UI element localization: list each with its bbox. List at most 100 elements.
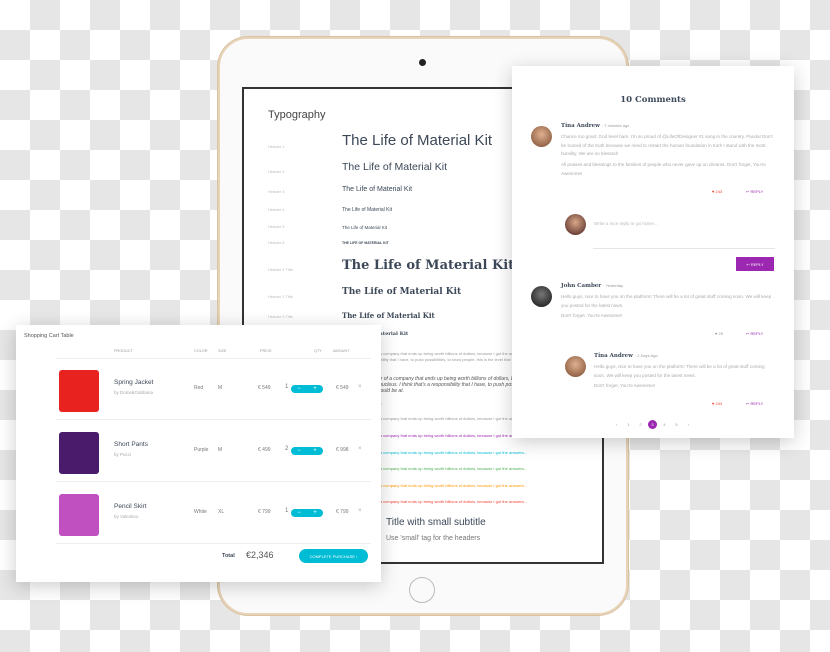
label: Header 2 Title [268,294,293,299]
divider [56,358,371,359]
heading-1: The Life of Material Kit [342,132,493,149]
heading-5: The Life of Material Kit [342,225,388,230]
heading-2: The Life of Material Kit [342,161,448,173]
header-price: PRICE [260,349,272,353]
header-size: SIZE [218,349,227,353]
cart-title: Shopping Cart Table [24,333,74,339]
label: Header 1 [268,144,285,149]
label: Header 4 [268,207,285,212]
typography-title: Typography [268,109,326,121]
product-color: White [194,509,207,515]
increase-button[interactable]: + [313,510,317,516]
product-size: M [218,447,223,453]
camera-icon [419,59,426,66]
page-3[interactable]: 3 [648,420,657,429]
product-brand: by Valentino [114,514,139,519]
product-price: € 499 [258,447,271,453]
complete-purchase-button[interactable]: COMPLETE PURCHASE › [299,549,368,563]
quantity-stepper[interactable]: − + [291,385,323,393]
divider [56,543,371,544]
label: Header 1 Title [268,267,293,272]
product-size: M [218,385,223,391]
page-0[interactable]: ‹ [612,420,621,429]
reply-link[interactable]: ↩ REPLY [746,401,763,406]
reply-input[interactable]: Write a nice reply or go home... [594,220,809,229]
remove-icon[interactable]: × [358,446,362,452]
like-button[interactable]: ♥ 243 [712,401,722,406]
page-6[interactable]: › [684,420,693,429]
like-button[interactable]: ♥ 25 [715,331,723,336]
product-name[interactable]: Spring Jacket [114,379,153,386]
header-qty: QTY [314,349,322,353]
avatar[interactable] [565,356,586,377]
product-name[interactable]: Short Pants [114,441,148,448]
page-2[interactable]: 2 [636,420,645,429]
comment-author: Tina Andrew · 2 Days Ago [594,353,658,359]
product-qty: 1 [285,508,289,514]
comment-text: Don't forget, You're Awesome! [594,383,656,388]
header-amount: AMOUNT [333,349,350,353]
comment-text: Hello guys, nice to have you on the plat… [594,364,765,378]
header-color: COLOR [194,349,208,353]
quantity-stepper[interactable]: − + [291,447,323,455]
label: Header 3 Title [268,314,293,319]
decrease-button[interactable]: − [297,510,301,516]
label: Header 2 [268,169,285,174]
title-3: The Life of Material Kit [342,311,435,320]
title-1: The Life of Material Kit [342,258,515,273]
product-amount: € 998 [336,447,349,453]
comment-text: Chance too good. God level bars. I'm so … [561,134,773,156]
avatar[interactable] [531,126,552,147]
comment-text: Hello guys, nice to have you on the plat… [561,294,772,308]
subtitle-heading: Title with small subtitle [386,517,486,528]
product-price: € 799 [258,509,271,515]
decrease-button[interactable]: − [297,386,301,392]
reply-link[interactable]: ↩ REPLY [746,189,763,194]
product-size: XL [218,509,225,515]
comment-author: John Camber · Yesterday [561,283,624,289]
header-product: PRODUCT [114,349,133,353]
total-value: €2,346 [246,550,274,560]
product-name[interactable]: Pencil Skirt [114,503,147,510]
increase-button[interactable]: + [313,386,317,392]
product-image [59,432,99,474]
product-amount: € 799 [336,509,349,515]
heading-4: The Life of Material Kit [342,207,393,213]
total-label: Total [222,553,235,559]
heading-3: The Life of Material Kit [342,186,413,193]
product-qty: 2 [285,446,289,452]
like-button[interactable]: ♥ 243 [712,189,722,194]
heading-6: THE LIFE OF MATERIAL KIT [342,241,389,245]
reply-link[interactable]: ↩ REPLY [746,331,763,336]
page-5[interactable]: 5 [672,420,681,429]
product-color: Red [194,385,204,391]
page-4[interactable]: 4 [660,420,669,429]
remove-icon[interactable]: × [358,384,362,390]
quantity-stepper[interactable]: − + [291,509,323,517]
avatar[interactable] [531,286,552,307]
product-brand: by Dolce&Gabbana [114,390,154,395]
subtitle-small: Use 'small' tag for the headers [386,535,481,542]
product-image [59,370,99,412]
title-2: The Life of Material Kit [342,287,462,297]
label: Header 3 [268,189,285,194]
divider [56,419,371,420]
comment-text: All praises and blessings to the familie… [561,162,766,176]
label: Header 6 [268,240,285,245]
input-underline [593,248,775,249]
increase-button[interactable]: + [313,448,317,454]
comments-card: 10 Comments Tina Andrew · 7 minutes ago … [512,66,794,438]
home-button[interactable] [409,577,435,603]
page-1[interactable]: 1 [624,420,633,429]
shopping-cart-card: Shopping Cart Table PRODUCT COLOR SIZE P… [16,325,381,582]
comment-text: Don't forget, You're Awesome! [561,313,623,318]
comment-author: Tina Andrew · 7 minutes ago [561,123,630,129]
reply-button[interactable]: ↩ REPLY [736,257,774,271]
pagination: ‹ 1 2 3 4 5 › [612,420,693,429]
product-amount: € 549 [336,385,349,391]
avatar [565,214,586,235]
remove-icon[interactable]: × [358,508,362,514]
decrease-button[interactable]: − [297,448,301,454]
label: Header 5 [268,224,285,229]
product-image [59,494,99,536]
